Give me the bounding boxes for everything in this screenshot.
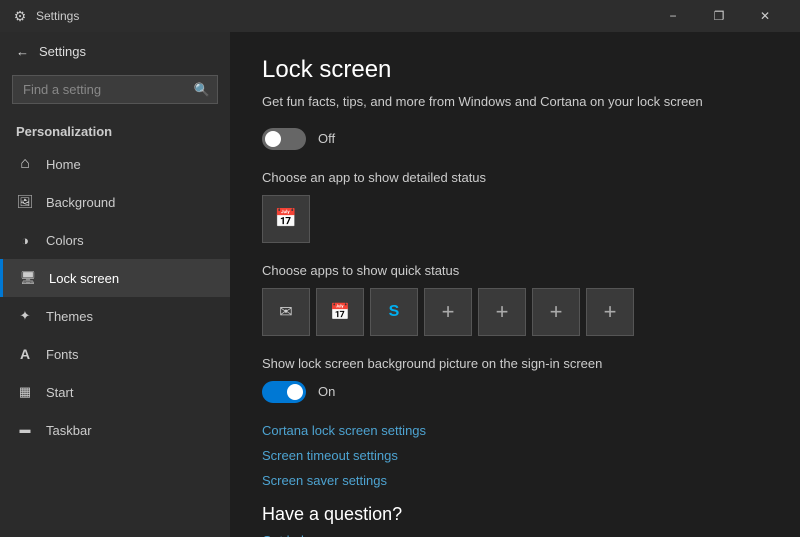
titlebar: ⚙ Settings − ❐ ✕: [0, 0, 800, 32]
settings-label: Settings: [39, 44, 86, 59]
sidebar-section-label: Personalization: [0, 112, 230, 145]
sidebar-item-taskbar-label: Taskbar: [46, 423, 92, 438]
quick-status-mail-btn[interactable]: ✉: [262, 288, 310, 336]
quick-status-add-btn-4[interactable]: +: [586, 288, 634, 336]
sidebar-item-lock-screen-label: Lock screen: [49, 271, 119, 286]
sidebar-item-taskbar[interactable]: ▬ Taskbar: [0, 411, 230, 449]
toggle-thumb: [265, 131, 281, 147]
sidebar-item-fonts[interactable]: A Fonts: [0, 335, 230, 373]
background-icon: 🖼: [16, 193, 34, 211]
fonts-icon: A: [16, 345, 34, 363]
colors-icon: ◑: [16, 231, 34, 249]
taskbar-icon: ▬: [16, 421, 34, 439]
quick-status-icons: ✉ 📅 S + + + +: [262, 288, 768, 336]
saver-link[interactable]: Screen saver settings: [262, 473, 768, 488]
quick-status-add-btn-1[interactable]: +: [424, 288, 472, 336]
quick-status-add-btn-2[interactable]: +: [478, 288, 526, 336]
window-controls: − ❐ ✕: [650, 0, 788, 32]
sidebar-item-background[interactable]: 🖼 Background: [0, 183, 230, 221]
sign-in-toggle-thumb: [287, 384, 303, 400]
cortana-toggle[interactable]: [262, 128, 306, 150]
timeout-link[interactable]: Screen timeout settings: [262, 448, 768, 463]
sidebar-item-lock-screen[interactable]: 🖥 Lock screen: [0, 259, 230, 297]
sign-in-label: Show lock screen background picture on t…: [262, 356, 768, 371]
sidebar-item-home[interactable]: ⌂ Home: [0, 145, 230, 183]
sidebar-item-fonts-label: Fonts: [46, 347, 79, 362]
sign-in-toggle-label: On: [318, 384, 335, 399]
quick-status-calendar-btn[interactable]: 📅: [316, 288, 364, 336]
back-icon: ←: [16, 44, 29, 59]
page-title: Lock screen: [262, 56, 768, 84]
close-button[interactable]: ✕: [742, 0, 788, 32]
sidebar-item-colors-label: Colors: [46, 233, 84, 248]
start-icon: ▦: [16, 383, 34, 401]
minimize-button[interactable]: −: [650, 0, 696, 32]
sidebar-item-home-label: Home: [46, 157, 81, 172]
sign-in-toggle[interactable]: [262, 381, 306, 403]
sidebar-item-start-label: Start: [46, 385, 73, 400]
back-button[interactable]: ← Settings: [0, 36, 230, 67]
app-icon: ⚙: [12, 8, 28, 24]
page-description: Get fun facts, tips, and more from Windo…: [262, 92, 742, 112]
content-area: Lock screen Get fun facts, tips, and mor…: [230, 32, 800, 537]
home-icon: ⌂: [16, 155, 34, 173]
search-icon: 🔍: [194, 82, 210, 98]
sidebar-item-background-label: Background: [46, 195, 115, 210]
quick-status-skype-btn[interactable]: S: [370, 288, 418, 336]
sign-in-toggle-row: On: [262, 381, 768, 403]
detailed-status-icons: 📅: [262, 195, 768, 243]
question-header: Have a question?: [262, 504, 768, 525]
search-container: 🔍: [12, 75, 218, 104]
get-help-link[interactable]: Get help: [262, 533, 768, 537]
window-title: Settings: [36, 9, 650, 23]
cortana-link[interactable]: Cortana lock screen settings: [262, 423, 768, 438]
sidebar-item-colors[interactable]: ◑ Colors: [0, 221, 230, 259]
maximize-button[interactable]: ❐: [696, 0, 742, 32]
quick-status-add-btn-3[interactable]: +: [532, 288, 580, 336]
cortana-toggle-label: Off: [318, 131, 335, 146]
detailed-status-label: Choose an app to show detailed status: [262, 170, 768, 185]
sidebar: ← Settings 🔍 Personalization ⌂ Home 🖼 Ba…: [0, 32, 230, 537]
sidebar-item-start[interactable]: ▦ Start: [0, 373, 230, 411]
lock-screen-icon: 🖥: [19, 269, 37, 287]
cortana-toggle-row: Off: [262, 128, 768, 150]
quick-status-label: Choose apps to show quick status: [262, 263, 768, 278]
sidebar-item-themes-label: Themes: [46, 309, 93, 324]
sidebar-item-themes[interactable]: ✦ Themes: [0, 297, 230, 335]
themes-icon: ✦: [16, 307, 34, 325]
detailed-status-calendar-btn[interactable]: 📅: [262, 195, 310, 243]
search-input[interactable]: [12, 75, 218, 104]
